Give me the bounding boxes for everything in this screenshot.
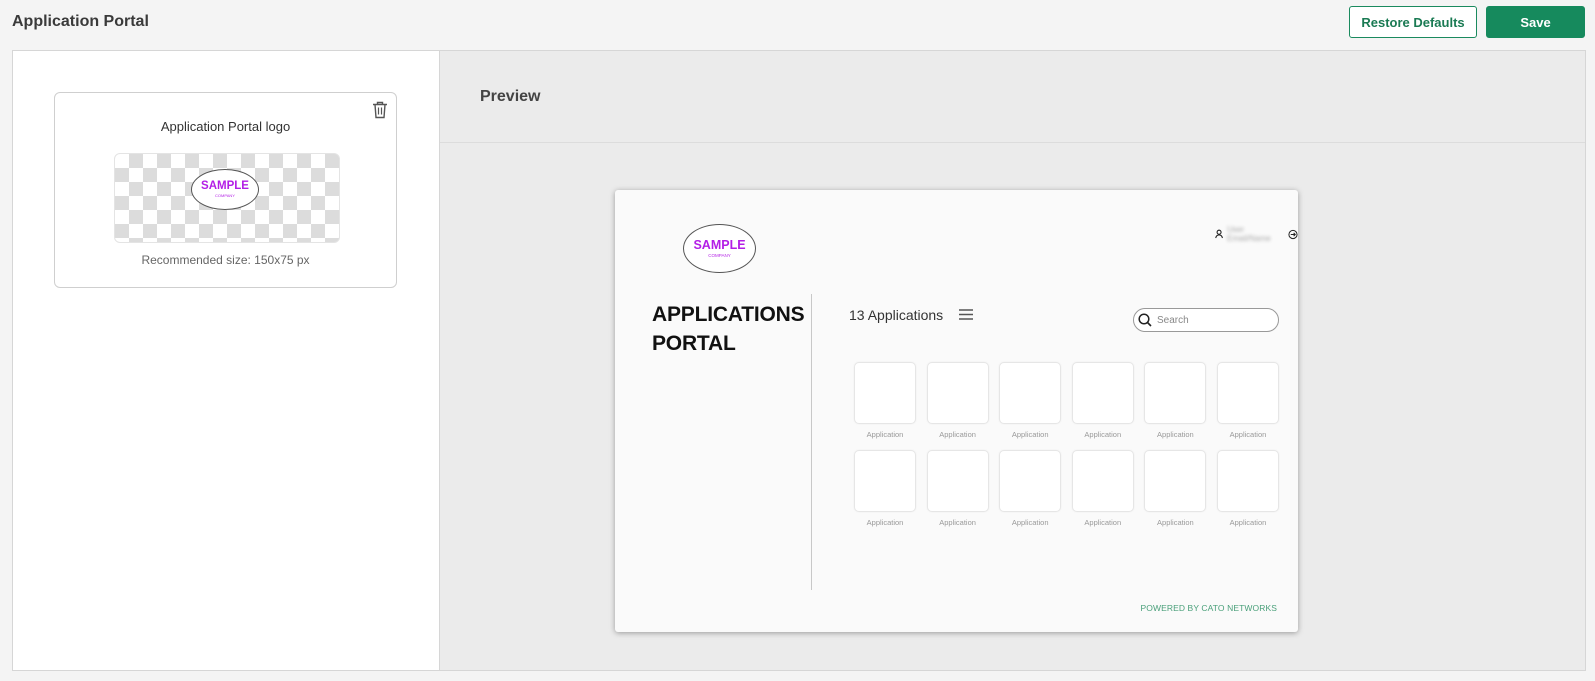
app-tile[interactable]: Application (1071, 450, 1134, 527)
trash-icon[interactable] (372, 101, 388, 119)
app-tile-icon (1144, 450, 1207, 512)
logout-icon[interactable] (1288, 229, 1298, 240)
app-tile[interactable]: Application (1071, 362, 1134, 439)
app-tile[interactable]: Application (926, 362, 989, 439)
app-tile-icon (854, 450, 916, 512)
app-tile-label: Application (939, 518, 976, 527)
app-tile-icon (854, 362, 916, 424)
preview-user: User Email/Name (1215, 225, 1298, 243)
app-tile-label: Application (1157, 430, 1194, 439)
powered-by-footer: POWERED BY CATO NETWORKS (1140, 603, 1277, 613)
app-tile[interactable]: Application (1144, 362, 1207, 439)
app-tile[interactable]: Application (926, 450, 989, 527)
portal-preview: SAMPLE COMPANY User Email/Name APPLICATI… (615, 190, 1298, 632)
logo-card: Application Portal logo SAMPLE COMPANY R… (54, 92, 397, 288)
save-button[interactable]: Save (1486, 6, 1585, 38)
app-tile-icon (1216, 362, 1279, 424)
preview-search[interactable] (1133, 308, 1279, 332)
page-title: Application Portal (12, 13, 149, 30)
app-tile[interactable]: Application (999, 362, 1062, 439)
app-tile-icon (1071, 362, 1134, 424)
preview-divider (811, 294, 812, 590)
app-tile-label: Application (1011, 518, 1049, 527)
preview-logo: SAMPLE COMPANY (683, 224, 756, 273)
app-count: 13 Applications (849, 307, 944, 323)
logo-text-sample: SAMPLE (201, 179, 249, 192)
app-tile-icon (1144, 362, 1207, 424)
preview-logo-text-company: COMPANY (708, 252, 731, 258)
app-tile-label: Application (1084, 430, 1122, 439)
app-tile-icon (926, 362, 989, 424)
settings-panel: Application Portal logo SAMPLE COMPANY R… (13, 51, 440, 670)
app-tile[interactable]: Application (854, 362, 916, 439)
app-tile-icon (1216, 450, 1279, 512)
app-tile-label: Application (1011, 430, 1049, 439)
preview-title: Preview (480, 88, 541, 105)
main-panel: Application Portal logo SAMPLE COMPANY R… (12, 50, 1586, 671)
app-tile-icon (926, 450, 989, 512)
preview-panel: Preview SAMPLE COMPANY User Email/Name A (440, 51, 1585, 670)
app-tile-label: Application (866, 518, 904, 527)
company-logo: SAMPLE COMPANY (191, 169, 259, 210)
search-icon (1138, 313, 1152, 327)
app-tile-label: Application (1229, 518, 1267, 527)
app-tile[interactable]: Application (999, 450, 1062, 527)
app-tiles: Application Application Application Appl… (854, 362, 1279, 527)
preview-logo-text-sample: SAMPLE (693, 238, 746, 252)
app-tile-icon (999, 362, 1062, 424)
app-tile[interactable]: Application (1216, 450, 1279, 527)
portal-title-line1: APPLICATIONS (652, 303, 805, 326)
menu-icon[interactable] (959, 309, 973, 320)
app-tile-label: Application (1157, 518, 1194, 527)
user-icon (1215, 229, 1223, 239)
recommended-size: Recommended size: 150x75 px (141, 253, 310, 267)
app-tile-label: Application (1229, 430, 1267, 439)
app-tile[interactable]: Application (1144, 450, 1207, 527)
logo-card-title: Application Portal logo (160, 119, 291, 134)
app-tile[interactable]: Application (854, 450, 916, 527)
logo-upload-area[interactable]: SAMPLE COMPANY (114, 153, 340, 243)
app-tile-label: Application (1084, 518, 1122, 527)
app-tile-icon (1071, 450, 1134, 512)
restore-defaults-button[interactable]: Restore Defaults (1349, 6, 1477, 38)
preview-user-name: User Email/Name (1227, 225, 1271, 243)
portal-title: APPLICATIONS PORTAL (652, 300, 805, 358)
portal-title-line2: PORTAL (652, 332, 736, 355)
app-tile[interactable]: Application (1216, 362, 1279, 439)
preview-header: Preview (440, 51, 1585, 143)
app-tile-label: Application (866, 430, 904, 439)
app-tile-label: Application (939, 430, 976, 439)
search-input[interactable] (1157, 314, 1267, 326)
app-tile-icon (999, 450, 1062, 512)
logo-text-company: COMPANY (215, 193, 235, 199)
